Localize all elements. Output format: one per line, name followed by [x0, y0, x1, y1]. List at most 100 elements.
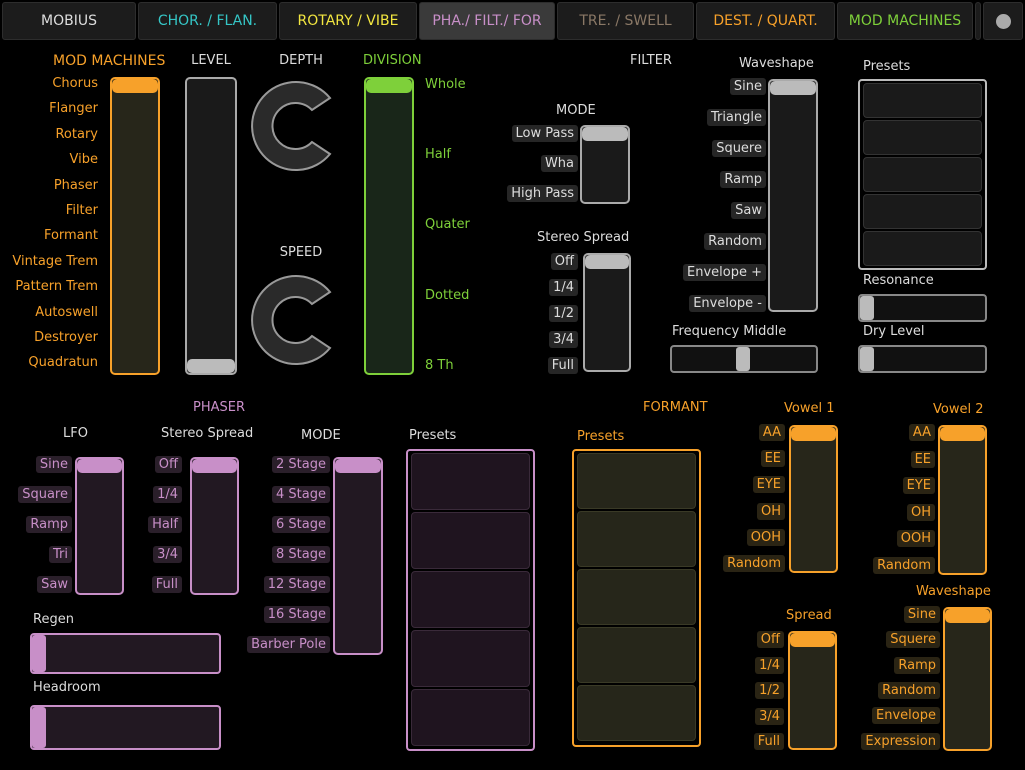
tab-rotary-vibe[interactable]: ROTARY / VIBE	[279, 2, 417, 40]
formant-waveshape-option[interactable]: Envelope	[872, 707, 940, 725]
phaser-stereo-option[interactable]: 3/4	[153, 546, 182, 563]
vowel1-option[interactable]: OOH	[746, 528, 785, 546]
filter-mode-option[interactable]: Low Pass	[511, 125, 578, 142]
vowel2-option[interactable]: OH	[906, 503, 935, 521]
regen-slider[interactable]	[30, 633, 221, 674]
filter-stereo-option[interactable]: 1/2	[549, 305, 578, 322]
filter-stereo-slider[interactable]	[583, 253, 631, 372]
tab-mobius[interactable]: MOBIUS	[2, 2, 136, 40]
spread-option[interactable]: Full	[753, 733, 784, 750]
vowel1-option[interactable]: Random	[723, 555, 785, 572]
phaser-stereo-option[interactable]: Full	[151, 576, 182, 593]
preset-slot[interactable]	[411, 512, 530, 569]
mod-machine-option[interactable]: Vintage Trem	[8, 253, 102, 270]
slider-thumb[interactable]	[77, 459, 122, 473]
phaser-mode-option[interactable]: 6 Stage	[272, 516, 330, 533]
slider-thumb[interactable]	[187, 359, 235, 373]
phaser-mode-option[interactable]: 4 Stage	[272, 486, 330, 503]
filter-waveshape-slider[interactable]	[768, 79, 818, 312]
mod-machine-option[interactable]: Vibe	[66, 151, 102, 168]
formant-waveshape-slider[interactable]	[943, 607, 992, 751]
vowel1-option[interactable]: EE	[760, 450, 785, 468]
level-slider[interactable]	[185, 77, 237, 375]
vowel2-option[interactable]: AA	[908, 424, 935, 441]
mod-machine-option[interactable]: Quadratun	[24, 354, 102, 371]
preset-slot[interactable]	[577, 627, 696, 683]
slider-thumb[interactable]	[770, 81, 816, 95]
division-slider[interactable]	[364, 77, 414, 375]
preset-slot[interactable]	[863, 83, 982, 118]
preset-slot[interactable]	[577, 685, 696, 741]
division-option[interactable]: Half	[421, 146, 455, 163]
mod-machine-option[interactable]: Filter	[62, 202, 102, 219]
phaser-lfo-option[interactable]: Square	[18, 486, 72, 503]
phaser-stereo-slider[interactable]	[190, 457, 239, 595]
division-option[interactable]: 8 Th	[421, 357, 458, 374]
filter-waveshape-option[interactable]: Squere	[712, 140, 766, 157]
vowel2-option[interactable]: Random	[873, 557, 935, 574]
preset-slot[interactable]	[577, 511, 696, 567]
mod-machine-option[interactable]: Rotary	[51, 126, 102, 143]
phaser-stereo-option[interactable]: Off	[154, 456, 182, 473]
slider-thumb[interactable]	[945, 609, 990, 623]
filter-waveshape-option[interactable]: Sine	[729, 78, 766, 95]
tab-mod-machines[interactable]: MOD MACHINES	[837, 2, 973, 40]
slider-thumb[interactable]	[940, 427, 985, 441]
formant-waveshape-option[interactable]: Squere	[886, 631, 940, 649]
vowel1-option[interactable]: OH	[756, 502, 785, 520]
vowel2-option[interactable]: EYE	[902, 477, 935, 495]
tab-tremolo-swell[interactable]: TRE. / SWELL	[557, 2, 694, 40]
filter-stereo-option[interactable]: Full	[547, 357, 578, 374]
phaser-mode-option[interactable]: 16 Stage	[263, 606, 330, 623]
depth-knob[interactable]	[250, 76, 350, 176]
frequency-middle-slider[interactable]	[670, 345, 818, 373]
slider-thumb[interactable]	[32, 635, 46, 672]
slider-thumb[interactable]	[860, 296, 874, 320]
mod-machine-option[interactable]: Flanger	[45, 100, 102, 117]
preset-slot[interactable]	[577, 453, 696, 509]
phaser-stereo-option[interactable]: Half	[148, 516, 182, 533]
phaser-mode-slider[interactable]	[333, 457, 383, 655]
vowel1-slider[interactable]	[789, 425, 838, 573]
slider-thumb[interactable]	[366, 79, 412, 93]
mod-machine-option[interactable]: Phaser	[50, 177, 102, 194]
phaser-mode-option[interactable]: 2 Stage	[272, 456, 330, 473]
mod-machine-option[interactable]: Autoswell	[31, 304, 102, 321]
spread-option[interactable]: Off	[756, 631, 784, 648]
tab-chorus-flanger[interactable]: CHOR. / FLAN.	[138, 2, 277, 40]
vowel2-option[interactable]: OOH	[896, 530, 935, 548]
slider-thumb[interactable]	[582, 127, 628, 141]
preset-slot[interactable]	[411, 630, 530, 687]
division-option[interactable]: Quater	[421, 216, 474, 233]
preset-slot[interactable]	[411, 689, 530, 746]
mod-machine-option[interactable]: Formant	[40, 227, 102, 244]
phaser-stereo-option[interactable]: 1/4	[153, 486, 182, 503]
dry-level-slider[interactable]	[858, 345, 987, 373]
phaser-lfo-option[interactable]: Sine	[35, 456, 72, 473]
slider-thumb[interactable]	[335, 459, 381, 473]
vowel1-option[interactable]: AA	[758, 424, 785, 441]
filter-mode-option[interactable]: Wha	[540, 155, 578, 172]
spread-slider[interactable]	[788, 631, 837, 750]
mod-machine-option[interactable]: Destroyer	[30, 329, 102, 346]
slider-thumb[interactable]	[791, 427, 836, 441]
filter-waveshape-option[interactable]: Triangle	[706, 109, 766, 126]
menu-circle-button[interactable]	[983, 2, 1023, 40]
phaser-mode-option[interactable]: 8 Stage	[272, 546, 330, 563]
division-option[interactable]: Dotted	[421, 287, 473, 304]
filter-mode-option[interactable]: High Pass	[507, 185, 578, 202]
filter-mode-slider[interactable]	[580, 125, 630, 204]
filter-waveshape-option[interactable]: Saw	[731, 202, 766, 219]
slider-thumb[interactable]	[860, 347, 874, 371]
preset-slot[interactable]	[863, 231, 982, 266]
vowel1-option[interactable]: EYE	[752, 476, 785, 494]
spread-option[interactable]: 3/4	[755, 707, 784, 725]
mod-machine-option[interactable]: Pattern Trem	[11, 278, 102, 295]
preset-slot[interactable]	[577, 569, 696, 625]
slider-thumb[interactable]	[585, 255, 629, 269]
mod-machine-slider[interactable]	[110, 77, 160, 375]
filter-stereo-option[interactable]: 1/4	[549, 279, 578, 296]
tab-phaser-filter-formant[interactable]: PHA./ FILT./ FOR	[419, 2, 555, 40]
slider-thumb[interactable]	[112, 79, 158, 93]
division-option[interactable]: Whole	[421, 76, 470, 93]
